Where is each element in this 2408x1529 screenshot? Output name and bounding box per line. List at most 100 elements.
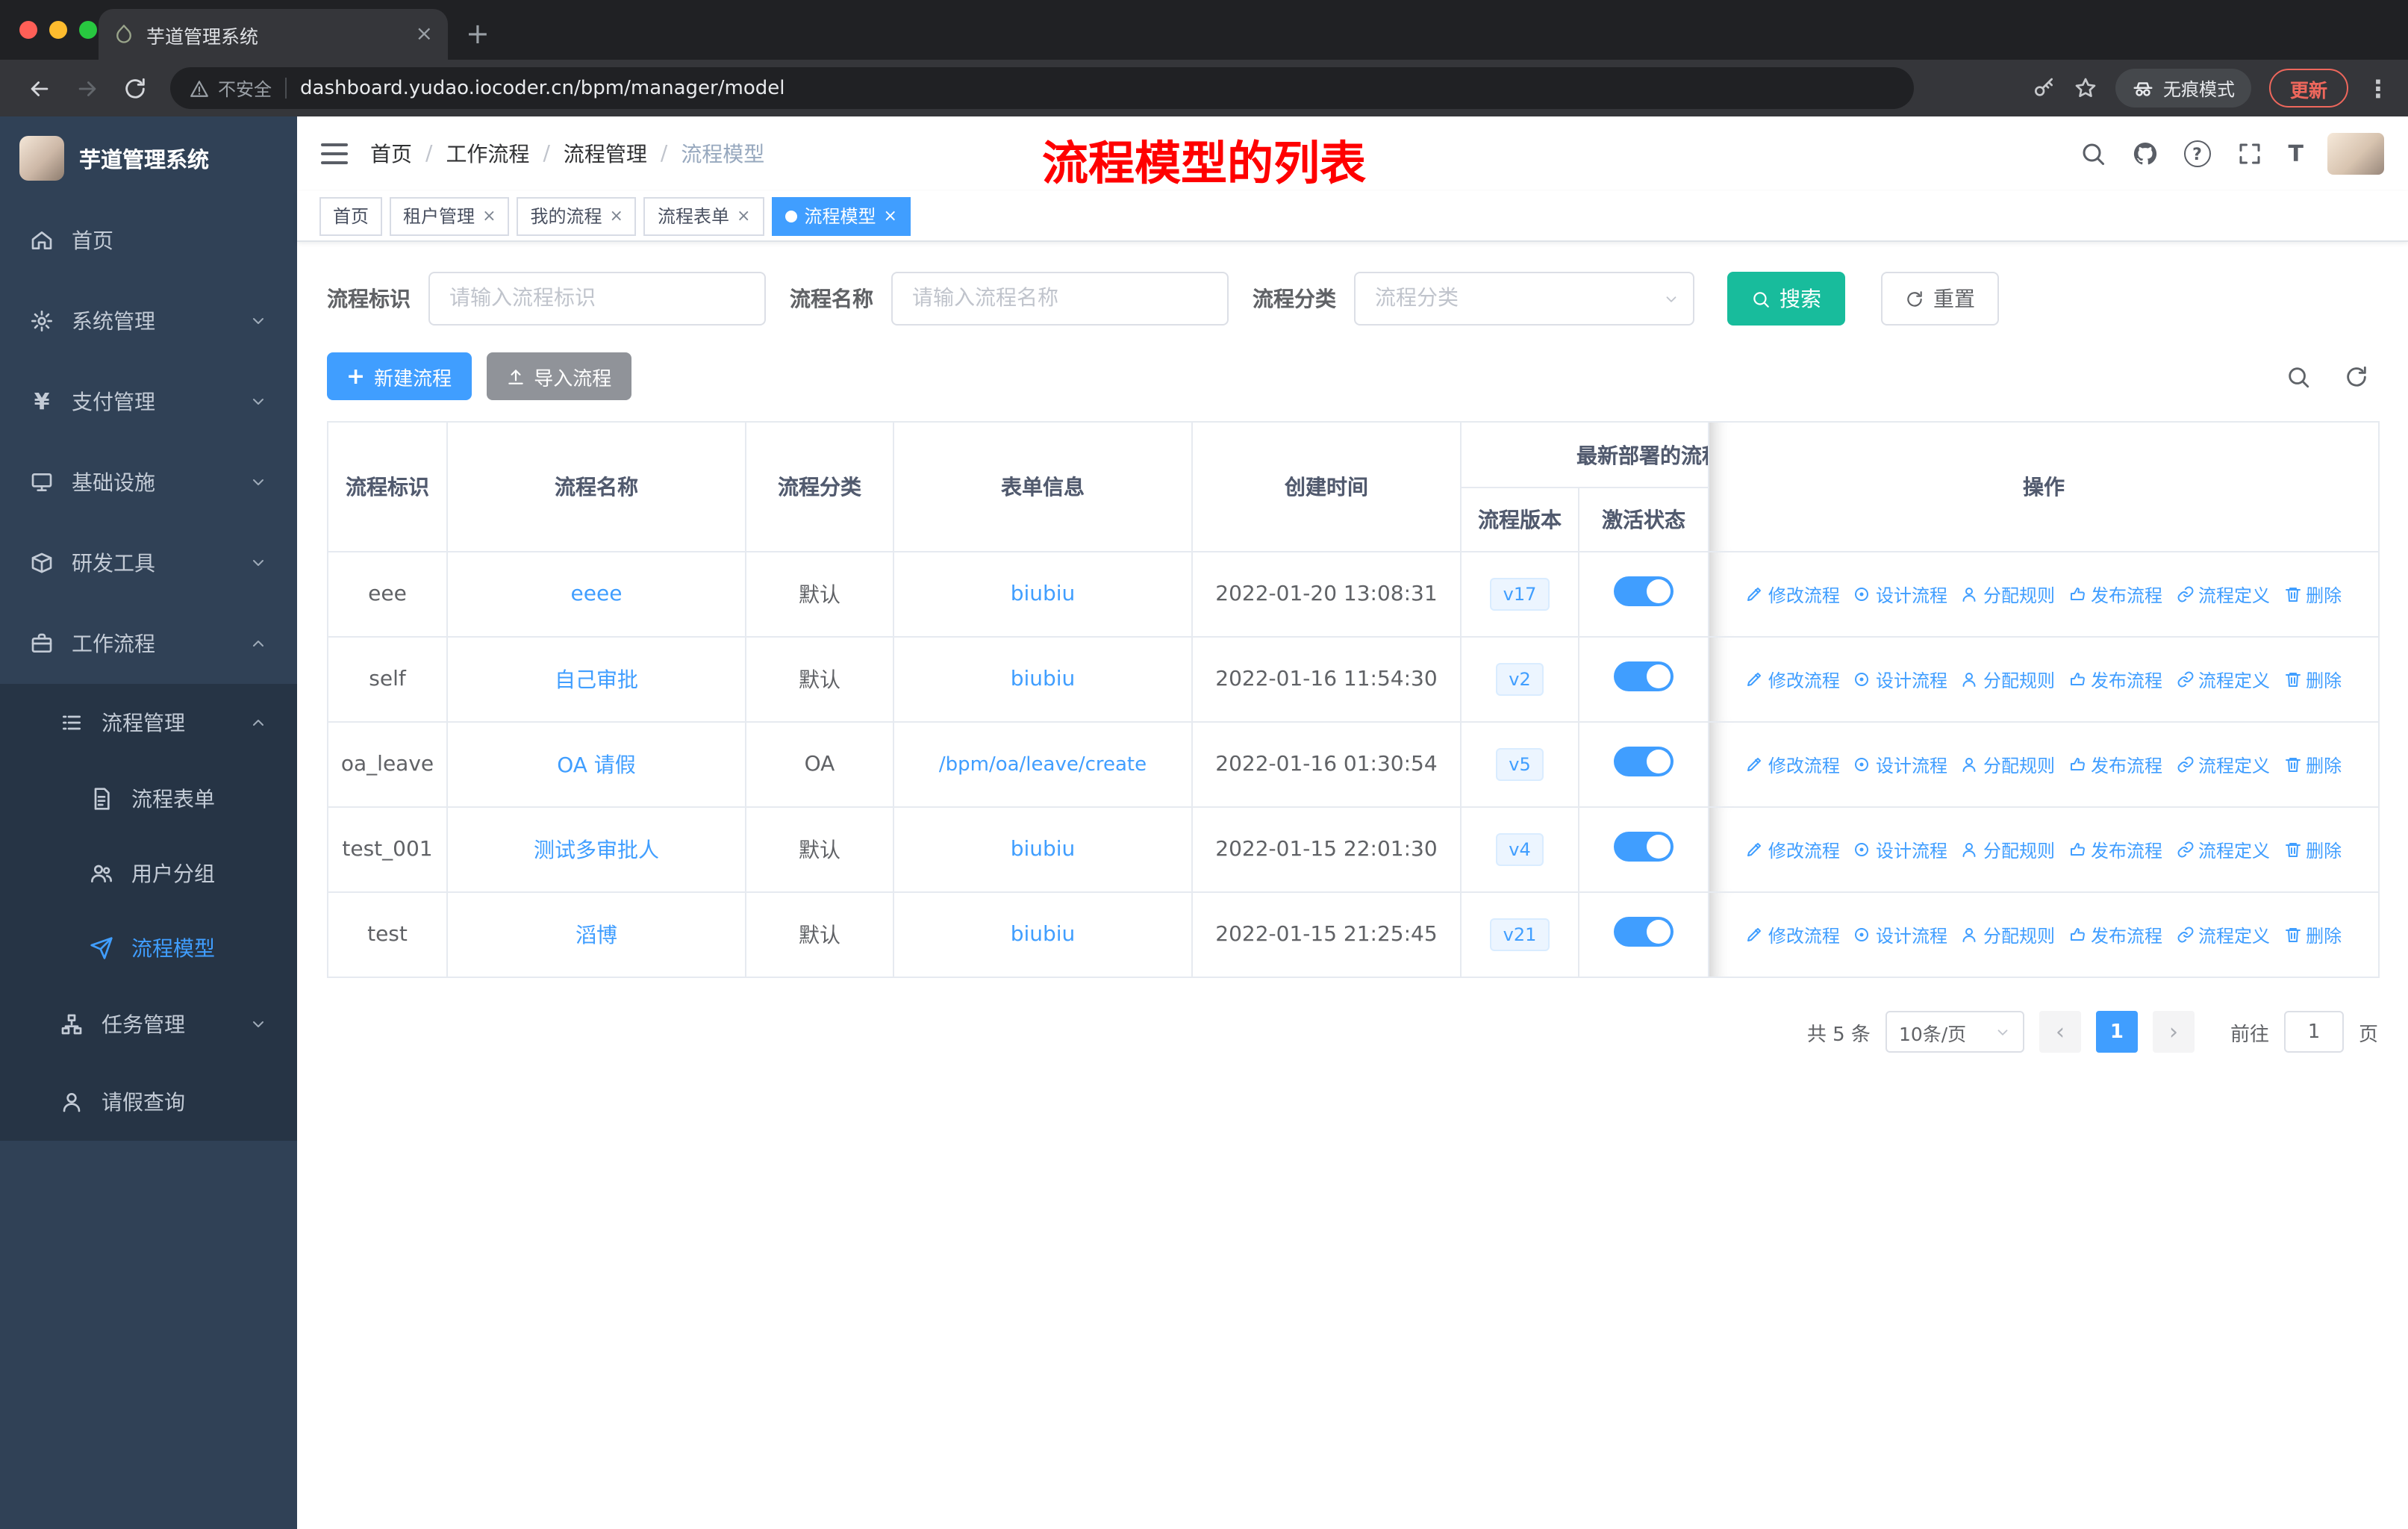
action-delete[interactable]: 删除 [2283, 752, 2342, 777]
action-assign-rule[interactable]: 分配规则 [1961, 667, 2055, 692]
active-toggle[interactable] [1614, 832, 1674, 862]
form-info-link[interactable]: biubiu [1011, 582, 1076, 606]
form-info-link[interactable]: /bpm/oa/leave/create [939, 754, 1147, 776]
tag-close-icon[interactable]: × [610, 206, 623, 225]
user-avatar[interactable] [2327, 133, 2384, 175]
sidebar-item-user-group[interactable]: 用户分组 [0, 836, 297, 911]
process-name-input[interactable] [891, 272, 1229, 326]
active-toggle[interactable] [1614, 917, 1674, 947]
action-modify-process[interactable]: 修改流程 [1746, 667, 1840, 692]
action-assign-rule[interactable]: 分配规则 [1961, 752, 2055, 777]
goto-page-input[interactable] [2283, 1011, 2344, 1053]
browser-tab[interactable]: 芋道管理系统 × [99, 9, 448, 60]
sidebar-item-process-management[interactable]: 流程管理 [0, 684, 297, 762]
action-design-process[interactable]: 设计流程 [1853, 667, 1947, 692]
tag-close-icon[interactable]: × [883, 206, 896, 225]
process-name-link[interactable]: OA 请假 [557, 754, 636, 778]
tab-close-icon[interactable]: × [416, 24, 433, 45]
tag-home[interactable]: 首页 [319, 196, 383, 235]
tag-process-model-active[interactable]: 流程模型 × [771, 196, 911, 235]
fullscreen-icon[interactable] [2236, 140, 2263, 167]
bookmark-star-icon[interactable] [2074, 76, 2097, 100]
github-icon[interactable] [2132, 140, 2159, 167]
action-publish-process[interactable]: 发布流程 [2068, 667, 2162, 692]
action-assign-rule[interactable]: 分配规则 [1961, 582, 2055, 607]
app-logo[interactable]: 芋道管理系统 [0, 116, 297, 200]
action-assign-rule[interactable]: 分配规则 [1961, 922, 2055, 947]
tag-my-process[interactable]: 我的流程 × [517, 196, 637, 235]
help-icon[interactable]: ? [2183, 140, 2211, 167]
action-process-definition[interactable]: 流程定义 [2176, 837, 2270, 862]
action-modify-process[interactable]: 修改流程 [1746, 582, 1840, 607]
refresh-table-icon[interactable] [2344, 364, 2369, 389]
action-publish-process[interactable]: 发布流程 [2068, 837, 2162, 862]
form-info-link[interactable]: biubiu [1011, 667, 1076, 691]
tag-process-form[interactable]: 流程表单 × [643, 196, 764, 235]
update-browser-button[interactable]: 更新 [2268, 69, 2348, 108]
create-process-button[interactable]: + 新建流程 [327, 352, 472, 400]
next-page-button[interactable]: › [2152, 1011, 2195, 1053]
process-name-link[interactable]: 滔博 [576, 924, 617, 948]
action-process-definition[interactable]: 流程定义 [2176, 752, 2270, 777]
sidebar-item-home[interactable]: 首页 [0, 200, 297, 281]
form-info-link[interactable]: biubiu [1011, 838, 1076, 862]
sidebar-item-workflow[interactable]: 工作流程 [0, 603, 297, 684]
close-window-button[interactable] [19, 21, 37, 39]
sidebar-item-devtools[interactable]: 研发工具 [0, 523, 297, 603]
search-icon[interactable] [2080, 140, 2106, 167]
new-tab-button[interactable]: + [466, 20, 490, 49]
action-modify-process[interactable]: 修改流程 [1746, 752, 1840, 777]
sidebar-item-system[interactable]: 系统管理 [0, 281, 297, 361]
page-size-select[interactable]: 10条/页 [1885, 1011, 2024, 1053]
action-publish-process[interactable]: 发布流程 [2068, 582, 2162, 607]
sidebar-item-process-form[interactable]: 流程表单 [0, 762, 297, 836]
sidebar-item-payment[interactable]: ¥ 支付管理 [0, 361, 297, 442]
sidebar-item-task-management[interactable]: 任务管理 [0, 985, 297, 1063]
sidebar-toggle-icon[interactable] [321, 143, 348, 164]
prev-page-button[interactable]: ‹ [2039, 1011, 2081, 1053]
sidebar-item-infra[interactable]: 基础设施 [0, 442, 297, 523]
back-button[interactable] [18, 67, 60, 109]
breadcrumb-item[interactable]: 首页 [370, 139, 412, 169]
action-publish-process[interactable]: 发布流程 [2068, 922, 2162, 947]
action-process-definition[interactable]: 流程定义 [2176, 922, 2270, 947]
action-design-process[interactable]: 设计流程 [1853, 582, 1947, 607]
process-name-link[interactable]: 自己审批 [555, 669, 638, 693]
reset-button[interactable]: 重置 [1881, 272, 1999, 326]
zoom-window-button[interactable] [79, 21, 97, 39]
tag-tenant[interactable]: 租户管理 × [390, 196, 510, 235]
tag-close-icon[interactable]: × [737, 206, 750, 225]
url-field[interactable]: 不安全 dashboard.yudao.iocoder.cn/bpm/manag… [170, 67, 1914, 109]
breadcrumb-item[interactable]: 工作流程 [446, 139, 529, 169]
import-process-button[interactable]: 导入流程 [486, 352, 631, 400]
process-name-link[interactable]: eeee [571, 582, 623, 606]
search-button[interactable]: 搜索 [1727, 272, 1845, 326]
breadcrumb-item[interactable]: 流程管理 [564, 139, 647, 169]
font-size-icon[interactable]: T [2289, 140, 2304, 167]
action-publish-process[interactable]: 发布流程 [2068, 752, 2162, 777]
browser-menu-icon[interactable]: ⋮ [2366, 74, 2390, 102]
action-design-process[interactable]: 设计流程 [1853, 837, 1947, 862]
action-delete[interactable]: 删除 [2283, 922, 2342, 947]
password-key-icon[interactable] [2032, 76, 2056, 100]
action-process-definition[interactable]: 流程定义 [2176, 582, 2270, 607]
action-delete[interactable]: 删除 [2283, 837, 2342, 862]
action-assign-rule[interactable]: 分配规则 [1961, 837, 2055, 862]
sidebar-item-leave-query[interactable]: 请假查询 [0, 1063, 297, 1141]
toggle-search-icon[interactable] [2286, 364, 2311, 389]
action-delete[interactable]: 删除 [2283, 667, 2342, 692]
process-id-input[interactable] [428, 272, 766, 326]
active-toggle[interactable] [1614, 747, 1674, 776]
action-delete[interactable]: 删除 [2283, 582, 2342, 607]
tag-close-icon[interactable]: × [482, 206, 496, 225]
reload-button[interactable] [113, 67, 155, 109]
category-select[interactable] [1354, 272, 1694, 326]
action-design-process[interactable]: 设计流程 [1853, 922, 1947, 947]
current-page-button[interactable]: 1 [2095, 1011, 2138, 1053]
sidebar-item-process-model[interactable]: 流程模型 [0, 911, 297, 985]
process-name-link[interactable]: 测试多审批人 [534, 839, 659, 863]
action-process-definition[interactable]: 流程定义 [2176, 667, 2270, 692]
action-design-process[interactable]: 设计流程 [1853, 752, 1947, 777]
active-toggle[interactable] [1614, 576, 1674, 606]
category-select-input[interactable] [1354, 272, 1694, 326]
